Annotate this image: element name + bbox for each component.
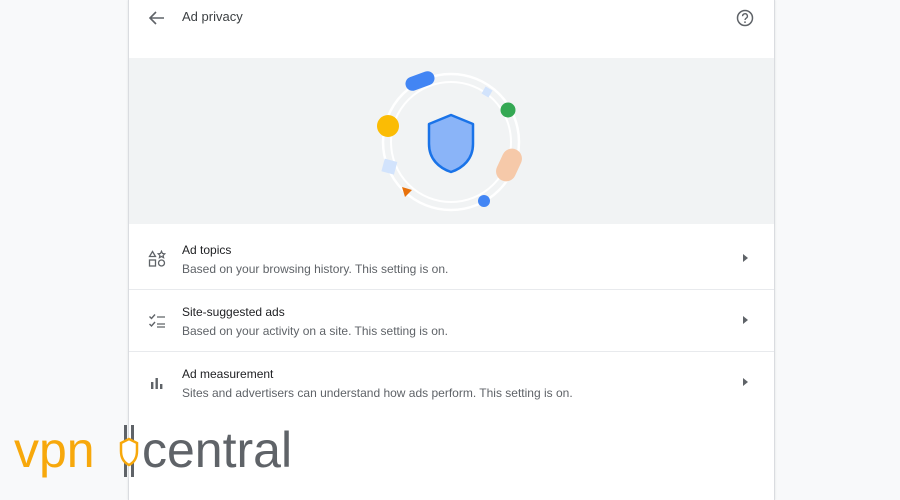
illustration-banner: [129, 58, 774, 224]
arrow-right-icon: [743, 316, 748, 324]
ad-measurement-row[interactable]: Ad measurement Sites and advertisers can…: [129, 351, 774, 413]
vpncentral-watermark-logo: vpn central: [14, 423, 292, 478]
settings-list: Ad topics Based on your browsing history…: [129, 228, 774, 413]
ad-topics-row[interactable]: Ad topics Based on your browsing history…: [129, 228, 774, 289]
row-subtitle: Based on your browsing history. This set…: [182, 262, 449, 276]
watermark-text-central: central: [142, 423, 292, 478]
site-suggested-ads-row[interactable]: Site-suggested ads Based on your activit…: [129, 289, 774, 351]
row-title: Ad measurement: [182, 367, 274, 381]
back-button[interactable]: [145, 6, 169, 30]
page-header: Ad privacy: [129, 0, 774, 58]
help-circle-icon: [736, 9, 754, 27]
shield-illustration: [377, 71, 522, 212]
row-subtitle: Based on your activity on a site. This s…: [182, 324, 448, 338]
watermark-separator: [119, 425, 139, 477]
checklist-icon: [149, 314, 165, 328]
arrow-back-icon: [148, 11, 164, 25]
bar-chart-icon: [151, 378, 163, 389]
row-title: Site-suggested ads: [182, 305, 285, 319]
shapes-icon: [148, 250, 166, 267]
arrow-right-icon: [743, 378, 748, 386]
row-title: Ad topics: [182, 243, 232, 257]
arrow-right-icon: [743, 254, 748, 262]
watermark-text-vpn: vpn: [14, 423, 95, 478]
page-title: Ad privacy: [182, 9, 243, 24]
row-subtitle: Sites and advertisers can understand how…: [182, 386, 573, 400]
help-button[interactable]: [734, 7, 756, 29]
